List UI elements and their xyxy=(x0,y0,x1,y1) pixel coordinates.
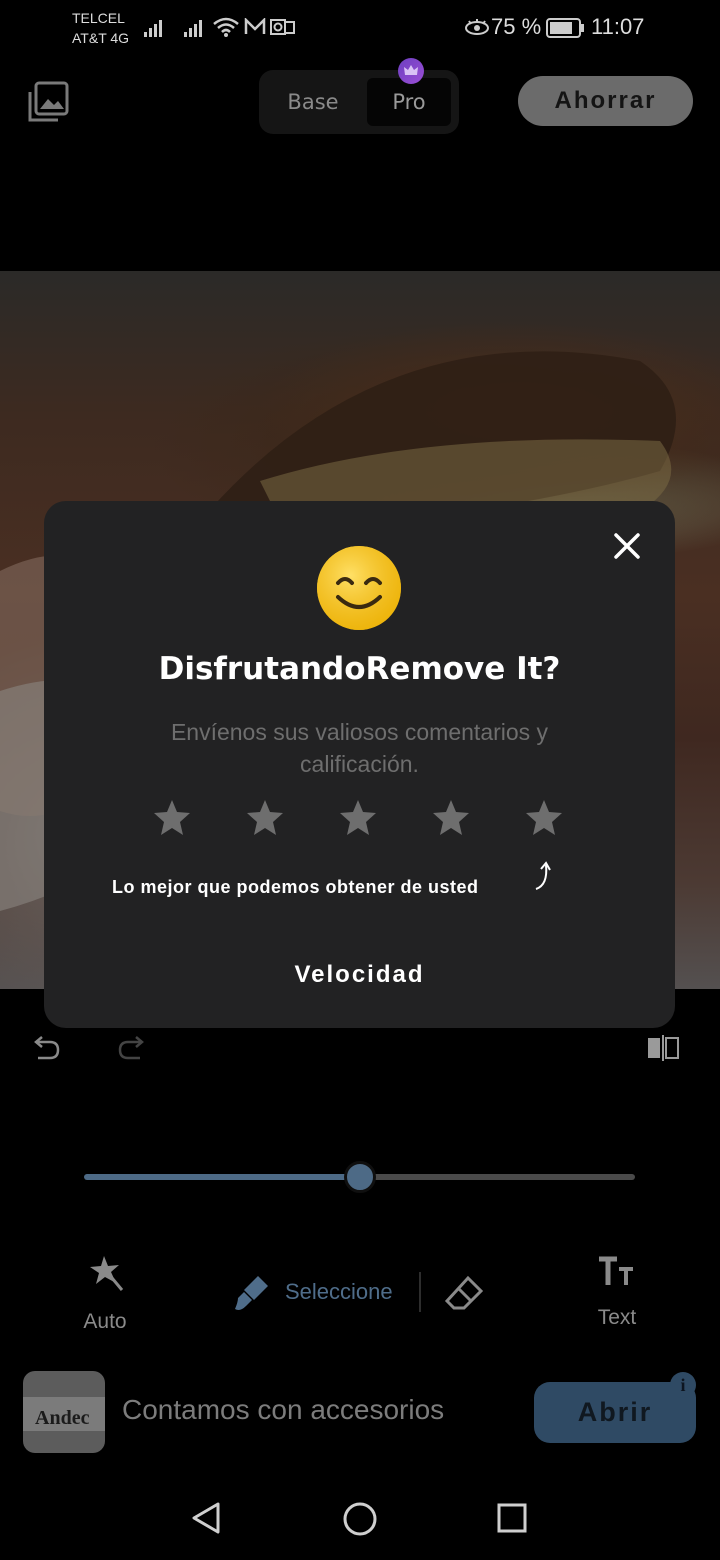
clock: 11:07 xyxy=(591,14,645,39)
redo-icon[interactable] xyxy=(116,1034,148,1064)
star-icon-5[interactable] xyxy=(524,797,564,837)
carrier-2: AT&T 4G xyxy=(72,30,130,46)
brush-size-slider-thumb[interactable] xyxy=(344,1161,376,1193)
star-icon-2[interactable] xyxy=(245,797,285,837)
close-icon[interactable] xyxy=(610,529,644,563)
wifi-icon xyxy=(213,17,239,37)
carrier-1: TELCEL xyxy=(72,10,125,26)
smiley-emoji-icon xyxy=(317,546,401,630)
rating-dialog: DisfrutandoRemove It? Envíenos sus valio… xyxy=(44,501,675,1028)
home-icon[interactable] xyxy=(341,1500,379,1538)
mode-toggle: Base Pro xyxy=(259,58,459,134)
dialog-subtitle: Envíenos sus valiosos comentarios y cali… xyxy=(170,719,549,777)
magic-wand-icon[interactable] xyxy=(86,1252,126,1292)
compare-icon[interactable] xyxy=(646,1034,680,1062)
battery-icon xyxy=(546,18,584,38)
ad-logo[interactable]: Andec xyxy=(23,1371,105,1453)
signal-icon xyxy=(184,20,202,37)
eye-comfort-icon xyxy=(465,19,489,35)
save-button[interactable]: Ahorrar xyxy=(518,76,693,126)
undo-icon[interactable] xyxy=(30,1034,62,1064)
mode-pro-tab[interactable]: Pro xyxy=(367,78,451,126)
star-icon-3[interactable] xyxy=(338,797,378,837)
text-tool-label[interactable]: Text xyxy=(585,1306,649,1330)
rate-button[interactable]: Velocidad xyxy=(44,961,675,989)
gallery-icon[interactable] xyxy=(26,80,70,124)
star-rating xyxy=(152,797,567,841)
ad-logo-text: Andec xyxy=(35,1407,90,1429)
mode-base-tab[interactable]: Base xyxy=(259,78,367,126)
curved-arrow-icon xyxy=(535,861,551,890)
battery-percent: 75 % xyxy=(491,14,542,39)
brush-size-slider-fill xyxy=(84,1174,360,1180)
outlook-icon xyxy=(270,19,295,35)
carrier-info: TELCEL AT&T 4G xyxy=(72,8,129,48)
ad-headline[interactable]: Contamos con accesorios xyxy=(122,1394,444,1426)
auto-tool-label[interactable]: Auto xyxy=(60,1310,150,1334)
back-icon[interactable] xyxy=(188,1500,224,1536)
rating-hint: Lo mejor que podemos obtener de usted xyxy=(112,877,479,897)
select-tool-label[interactable]: Seleccione xyxy=(285,1279,393,1305)
text-icon[interactable] xyxy=(597,1255,637,1291)
signal-icon xyxy=(144,20,162,37)
star-icon-4[interactable] xyxy=(431,797,471,837)
tool-divider xyxy=(419,1272,421,1312)
status-bar: TELCEL AT&T 4G 75 % 11:07 xyxy=(0,0,720,56)
star-icon-1[interactable] xyxy=(152,797,192,837)
brush-icon[interactable] xyxy=(232,1272,272,1312)
dialog-title: DisfrutandoRemove It? xyxy=(158,651,561,687)
eraser-icon[interactable] xyxy=(444,1274,484,1312)
crown-icon xyxy=(398,58,424,84)
brush-size-slider-track[interactable] xyxy=(360,1174,635,1180)
ad-info-icon[interactable]: i xyxy=(670,1372,696,1398)
recent-apps-icon[interactable] xyxy=(496,1502,528,1534)
mail-icon xyxy=(244,18,266,34)
